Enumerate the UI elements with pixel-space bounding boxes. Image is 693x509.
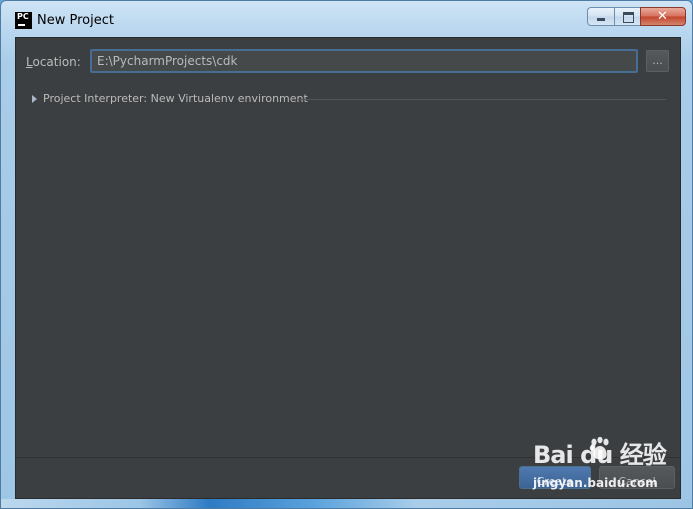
pycharm-app-icon: PC — [15, 12, 32, 29]
project-interpreter-label[interactable]: Project Interpreter: New Virtualenv envi… — [43, 92, 308, 105]
location-input[interactable] — [90, 49, 638, 73]
footer-divider — [16, 457, 680, 458]
expand-arrow-icon[interactable] — [32, 95, 37, 103]
section-separator — [298, 99, 666, 100]
cancel-button[interactable]: Cancel — [599, 466, 675, 489]
minimize-icon — [597, 18, 605, 21]
desktop-background — [1, 499, 692, 508]
maximize-button[interactable] — [614, 7, 640, 26]
maximize-icon — [623, 12, 634, 23]
close-icon: ✕ — [657, 9, 668, 24]
close-button[interactable]: ✕ — [640, 7, 686, 26]
new-project-window: PC New Project ✕ Location: ... Project I… — [0, 0, 693, 509]
location-label-text: ocation: — [32, 55, 81, 69]
app-icon-bar — [18, 24, 25, 26]
browse-button[interactable]: ... — [646, 50, 669, 72]
create-button[interactable]: Create — [519, 466, 591, 489]
minimize-button[interactable] — [587, 7, 614, 26]
caption-buttons: ✕ — [587, 7, 686, 27]
project-interpreter-section[interactable]: Project Interpreter: New Virtualenv envi… — [32, 92, 666, 108]
window-title: New Project — [37, 13, 114, 28]
app-icon-text: PC — [17, 12, 29, 21]
location-row: Location: ... — [16, 48, 680, 74]
location-label: Location: — [26, 55, 81, 69]
dialog-content: Location: ... Project Interpreter: New V… — [15, 37, 681, 499]
title-bar[interactable]: PC New Project ✕ — [1, 1, 692, 37]
